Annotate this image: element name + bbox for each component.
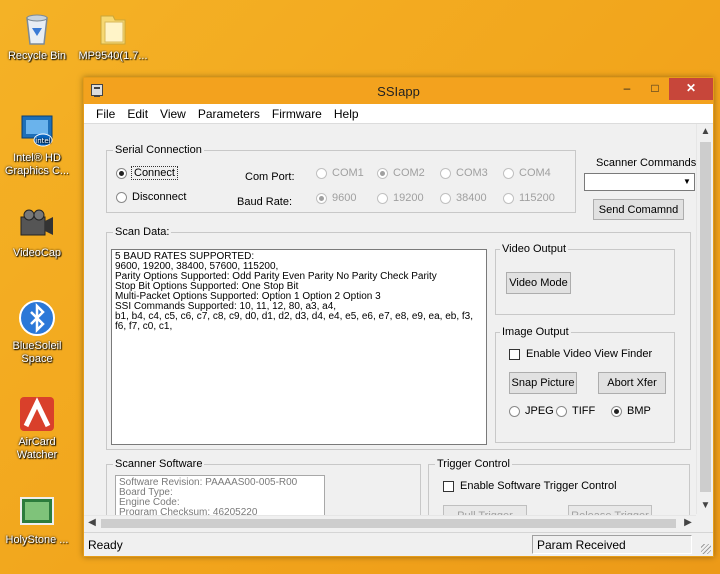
abort-xfer-button[interactable]: Abort Xfer <box>598 372 666 394</box>
bluetooth-icon <box>17 298 57 338</box>
aircard-icon <box>17 394 57 434</box>
desktop-icon-recycle-bin[interactable]: Recycle Bin <box>0 8 74 63</box>
menu-help[interactable]: Help <box>328 107 365 121</box>
bmp-radio[interactable]: BMP <box>611 405 651 417</box>
baud-38400-radio[interactable]: 38400 <box>440 192 487 204</box>
recycle-bin-icon <box>17 8 57 48</box>
scan-data-legend: Scan Data: <box>113 226 172 238</box>
video-camera-icon <box>17 205 57 245</box>
title-bar[interactable]: SSIapp – □ ✕ <box>84 78 713 104</box>
desktop-icon-label: MP9540(1.7... <box>78 50 148 62</box>
video-output-legend: Video Output <box>500 243 569 255</box>
com4-radio[interactable]: COM4 <box>503 167 551 179</box>
window-controls: – □ ✕ <box>613 78 713 100</box>
scan-data-group: Scan Data: 5 BAUD RATES SUPPORTED: 9600,… <box>106 226 691 450</box>
baud-19200-radio[interactable]: 19200 <box>377 192 424 204</box>
baud-rate-label: Baud Rate: <box>237 196 293 208</box>
vertical-scrollbar[interactable]: ▲ ▼ <box>696 124 713 514</box>
scroll-right-icon[interactable]: ▶ <box>680 516 696 531</box>
desktop-icon-intel-graphics[interactable]: intel Intel® HD Graphics C... <box>0 110 74 178</box>
send-command-button[interactable]: Send Comamnd <box>593 199 684 220</box>
resize-grip-icon[interactable] <box>701 544 711 554</box>
video-mode-button[interactable]: Video Mode <box>506 272 571 294</box>
desktop-icon-videocap[interactable]: VideoCap <box>0 205 74 260</box>
desktop-icon-bluesoleil[interactable]: BlueSoleil Space <box>0 298 74 366</box>
jpeg-radio[interactable]: JPEG <box>509 405 554 417</box>
close-button[interactable]: ✕ <box>669 78 713 100</box>
scroll-down-icon[interactable]: ▼ <box>697 498 714 514</box>
desktop-icon-label: BlueSoleil Space <box>12 340 62 365</box>
status-bar: Ready Param Received <box>84 532 713 556</box>
baud-115200-radio[interactable]: 115200 <box>503 192 555 204</box>
baud-9600-radio[interactable]: 9600 <box>316 192 356 204</box>
scanner-commands-label: Scanner Commands <box>596 157 696 169</box>
com1-radio[interactable]: COM1 <box>316 167 364 179</box>
client-area: Serial Connection Connect Disconnect Com… <box>84 124 696 524</box>
desktop-icon-label: Intel® HD Graphics C... <box>4 152 70 177</box>
image-output-legend: Image Output <box>500 326 571 338</box>
tiff-radio[interactable]: TIFF <box>556 405 595 417</box>
menu-view[interactable]: View <box>154 107 192 121</box>
image-output-group: Image Output Enable Video View Finder Sn… <box>495 326 675 443</box>
desktop-icon-label: AirCard Watcher <box>16 436 58 461</box>
menu-edit[interactable]: Edit <box>121 107 154 121</box>
minimize-button[interactable]: – <box>613 78 641 100</box>
desktop-icon-label: VideoCap <box>12 247 62 259</box>
serial-connection-group: Serial Connection Connect Disconnect Com… <box>106 144 576 213</box>
desktop-icon-aircard-watcher[interactable]: AirCard Watcher <box>0 394 74 462</box>
menu-firmware[interactable]: Firmware <box>266 107 328 121</box>
horizontal-scroll-thumb[interactable] <box>101 519 676 528</box>
serial-connection-legend: Serial Connection <box>113 144 204 156</box>
video-output-group: Video Output Video Mode <box>495 243 675 315</box>
vertical-scroll-thumb[interactable] <box>700 142 711 492</box>
disconnect-radio[interactable]: Disconnect <box>116 191 186 203</box>
chevron-down-icon[interactable]: ▼ <box>680 174 694 190</box>
menu-file[interactable]: File <box>90 107 121 121</box>
desktop-icon-label: Recycle Bin <box>7 50 67 62</box>
enable-video-view-finder-checkbox[interactable]: Enable Video View Finder <box>509 348 652 360</box>
radio-dot <box>116 191 127 203</box>
radio-dot <box>116 167 127 179</box>
com2-radio[interactable]: COM2 <box>377 167 425 179</box>
intel-graphics-icon: intel <box>17 110 57 150</box>
scroll-left-icon[interactable]: ◀ <box>84 516 100 531</box>
folder-icon <box>93 8 133 48</box>
status-text-param: Param Received <box>532 535 692 554</box>
desktop-icon-mp9540[interactable]: MP9540(1.7... <box>76 8 150 63</box>
maximize-button[interactable]: □ <box>641 78 669 100</box>
status-text-ready: Ready <box>88 538 123 552</box>
menu-parameters[interactable]: Parameters <box>192 107 266 121</box>
com3-radio[interactable]: COM3 <box>440 167 488 179</box>
trigger-control-legend: Trigger Control <box>435 458 512 470</box>
svg-text:intel: intel <box>35 137 50 145</box>
com-port-label: Com Port: <box>245 171 295 183</box>
scan-data-text[interactable]: 5 BAUD RATES SUPPORTED: 9600, 19200, 384… <box>111 249 487 445</box>
holystone-icon <box>17 492 57 532</box>
menu-bar: File Edit View Parameters Firmware Help <box>84 104 713 124</box>
snap-picture-button[interactable]: Snap Picture <box>509 372 577 394</box>
scanner-commands-combo[interactable]: ▼ <box>584 173 695 191</box>
enable-software-trigger-checkbox[interactable]: Enable Software Trigger Control <box>443 480 617 492</box>
connect-radio[interactable]: Connect <box>116 166 178 180</box>
scroll-up-icon[interactable]: ▲ <box>697 124 714 140</box>
desktop-icon-holystone[interactable]: HolyStone ... <box>0 492 74 547</box>
horizontal-scrollbar[interactable]: ◀ ▶ <box>84 515 696 530</box>
scanner-software-legend: Scanner Software <box>113 458 205 470</box>
ssiapp-window: SSIapp – □ ✕ File Edit View Parameters F… <box>83 77 714 557</box>
desktop-icon-label: HolyStone ... <box>5 534 69 546</box>
